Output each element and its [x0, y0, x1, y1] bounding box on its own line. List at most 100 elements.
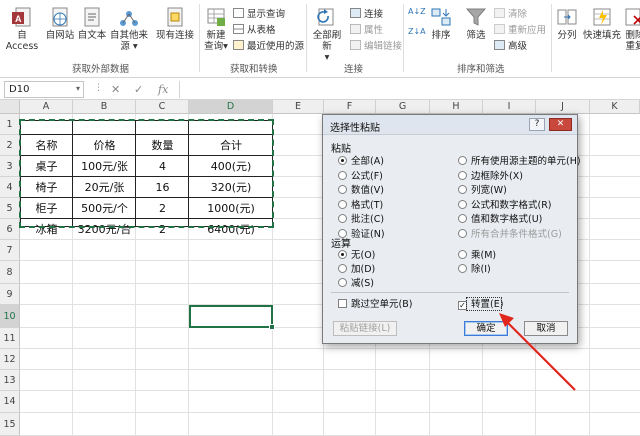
radio-option[interactable]: 格式(T): [338, 199, 383, 212]
sort-az-icon[interactable]: A↓Z: [408, 6, 426, 18]
row-header-10[interactable]: 10: [0, 305, 20, 328]
text-to-columns-button[interactable]: 分列: [554, 6, 580, 41]
radio-button[interactable]: [338, 250, 347, 259]
flash-fill-button[interactable]: 快速填充: [582, 6, 622, 41]
paste-link-button[interactable]: 粘贴链接(L): [333, 321, 397, 336]
filter-button[interactable]: 筛选: [462, 6, 490, 41]
radio-option[interactable]: 除(I): [458, 264, 491, 276]
column-header-j[interactable]: J: [536, 100, 590, 114]
radio-option[interactable]: 无(O): [338, 250, 375, 262]
radio-option[interactable]: 全部(A): [338, 156, 384, 168]
radio-button[interactable]: [338, 264, 347, 273]
recent-sources-button[interactable]: 最近使用的源: [233, 40, 304, 53]
remove-duplicates-icon: [624, 6, 640, 28]
column-header-g[interactable]: G: [376, 100, 430, 114]
skip-blanks-box[interactable]: [338, 299, 347, 308]
row-header-14[interactable]: 14: [0, 391, 20, 413]
row-header-4[interactable]: 4: [0, 177, 20, 198]
radio-button[interactable]: [338, 156, 347, 165]
radio-button[interactable]: [338, 278, 347, 287]
from-access-button[interactable]: A 自 Access: [2, 6, 42, 52]
column-header-k[interactable]: K: [590, 100, 640, 114]
show-queries-button[interactable]: 显示查询: [233, 8, 285, 21]
row-header-2[interactable]: 2: [0, 135, 20, 156]
select-all-corner[interactable]: [0, 100, 20, 114]
radio-button[interactable]: [338, 199, 347, 209]
radio-option[interactable]: 公式和数字格式(R): [458, 199, 552, 212]
radio-option[interactable]: 加(D): [338, 264, 375, 276]
skip-blanks-checkbox[interactable]: 跳过空单元(B): [338, 299, 412, 311]
column-header-e[interactable]: E: [273, 100, 324, 114]
radio-button[interactable]: [458, 228, 467, 238]
radio-button[interactable]: [458, 214, 467, 223]
radio-button[interactable]: [338, 214, 347, 223]
from-access-label: 自 Access: [5, 30, 39, 52]
row-header-7[interactable]: 7: [0, 240, 20, 261]
row-header-15[interactable]: 15: [0, 413, 20, 436]
radio-option[interactable]: 值和数字格式(U): [458, 214, 542, 226]
radio-button[interactable]: [338, 170, 347, 180]
row-header-5[interactable]: 5: [0, 198, 20, 219]
cancel-button[interactable]: 取消: [524, 321, 568, 336]
close-button[interactable]: ✕: [549, 118, 572, 131]
row-header-1[interactable]: 1: [0, 114, 20, 135]
radio-option[interactable]: 数值(V): [338, 185, 384, 197]
refresh-all-button[interactable]: 全部刷新 ▾: [309, 6, 345, 63]
row-header-6[interactable]: 6: [0, 219, 20, 240]
connections-button[interactable]: 连接: [350, 8, 383, 21]
fill-handle[interactable]: [269, 324, 275, 330]
column-header-i[interactable]: I: [483, 100, 536, 114]
from-table-button[interactable]: 从表格: [233, 24, 276, 37]
existing-connections-button[interactable]: 现有连接: [154, 6, 196, 41]
connections-label: 连接: [364, 9, 384, 20]
radio-option[interactable]: 公式(F): [338, 170, 383, 183]
ok-button[interactable]: 确定: [464, 321, 508, 336]
radio-option[interactable]: 减(S): [338, 278, 374, 290]
new-query-button[interactable]: 新建 查询▾: [202, 6, 230, 52]
radio-button[interactable]: [458, 250, 467, 259]
row-header-12[interactable]: 12: [0, 349, 20, 370]
from-other-sources-button[interactable]: 自其他来源 ▾: [106, 6, 152, 52]
reapply-button[interactable]: 重新应用: [494, 24, 546, 37]
remove-duplicates-button[interactable]: 删除 重复: [622, 6, 640, 52]
edit-links-button[interactable]: 编辑链接: [350, 40, 402, 53]
row-header-8[interactable]: 8: [0, 261, 20, 284]
radio-button[interactable]: [458, 185, 467, 194]
radio-option[interactable]: 边框除外(X): [458, 170, 523, 183]
column-header-a[interactable]: A: [20, 100, 73, 114]
active-cell-d10[interactable]: [189, 305, 275, 330]
radio-option[interactable]: 所有使用源主题的单元(H): [458, 156, 581, 168]
column-header-h[interactable]: H: [430, 100, 483, 114]
radio-button[interactable]: [458, 156, 467, 165]
properties-button[interactable]: 属性: [350, 24, 383, 37]
row-header-9[interactable]: 9: [0, 284, 20, 305]
column-header-d[interactable]: D: [189, 100, 273, 114]
from-text-button[interactable]: 自文本: [76, 6, 108, 41]
radio-option[interactable]: 批注(C): [338, 214, 384, 226]
sort-za-icon[interactable]: Z↓A: [408, 26, 426, 38]
help-button[interactable]: ?: [529, 118, 545, 131]
name-box[interactable]: D10 ▾: [4, 81, 84, 98]
clear-filter-button[interactable]: 清除: [494, 8, 527, 21]
from-web-button[interactable]: 自网站: [44, 6, 76, 41]
sort-button[interactable]: 排序: [428, 6, 454, 41]
radio-option[interactable]: 列宽(W): [458, 185, 507, 197]
formula-input[interactable]: [179, 81, 640, 98]
enter-icon[interactable]: ✓: [134, 83, 143, 96]
radio-button[interactable]: [458, 199, 467, 209]
row-header-11[interactable]: 11: [0, 328, 20, 349]
column-header-f[interactable]: F: [324, 100, 376, 114]
advanced-filter-button[interactable]: 高级: [494, 40, 527, 53]
row-header-13[interactable]: 13: [0, 370, 20, 391]
radio-button[interactable]: [458, 170, 467, 180]
cancel-icon[interactable]: ✕: [111, 83, 120, 96]
radio-button[interactable]: [458, 264, 467, 273]
radio-button[interactable]: [338, 185, 347, 194]
fx-icon[interactable]: fx: [158, 83, 168, 96]
column-header-c[interactable]: C: [136, 100, 189, 114]
radio-option[interactable]: 所有合并条件格式(G): [458, 228, 562, 241]
column-header-b[interactable]: B: [73, 100, 136, 114]
chevron-down-icon[interactable]: ▾: [76, 84, 80, 93]
radio-option[interactable]: 乘(M): [458, 250, 496, 262]
row-header-3[interactable]: 3: [0, 156, 20, 177]
